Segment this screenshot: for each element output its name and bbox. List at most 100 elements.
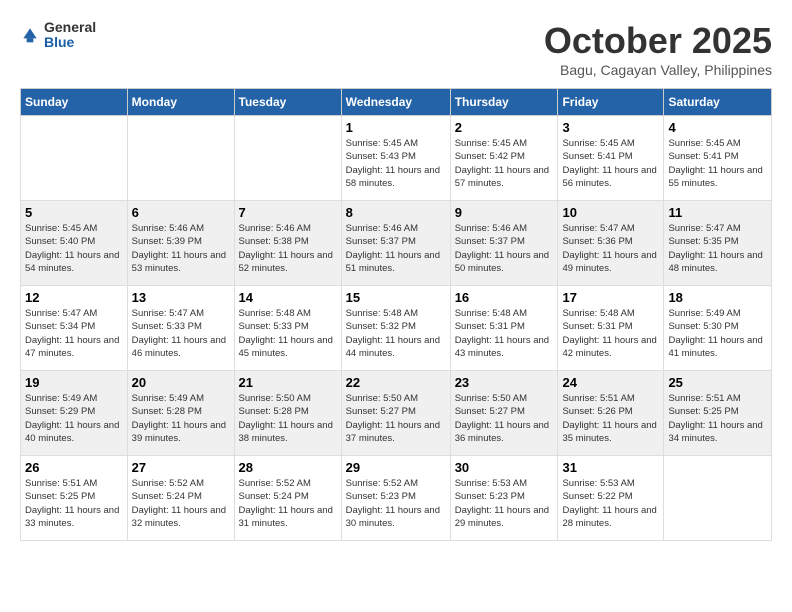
calendar-cell: 25 Sunrise: 5:51 AM Sunset: 5:25 PM Dayli…: [664, 371, 772, 456]
calendar-cell: 10 Sunrise: 5:47 AM Sunset: 5:36 PM Dayli…: [558, 201, 664, 286]
day-number: 10: [562, 205, 659, 220]
day-info: Sunrise: 5:47 AM Sunset: 5:35 PM Dayligh…: [668, 222, 767, 275]
logo-blue: Blue: [44, 35, 96, 50]
calendar-week-row: 5 Sunrise: 5:45 AM Sunset: 5:40 PM Daylig…: [21, 201, 772, 286]
day-info: Sunrise: 5:45 AM Sunset: 5:43 PM Dayligh…: [346, 137, 446, 190]
calendar-cell: 22 Sunrise: 5:50 AM Sunset: 5:27 PM Dayli…: [341, 371, 450, 456]
calendar-cell: 19 Sunrise: 5:49 AM Sunset: 5:29 PM Dayli…: [21, 371, 128, 456]
day-info: Sunrise: 5:47 AM Sunset: 5:34 PM Dayligh…: [25, 307, 123, 360]
day-info: Sunrise: 5:48 AM Sunset: 5:33 PM Dayligh…: [239, 307, 337, 360]
calendar-cell: 2Sunrise: 5:45 AM Sunset: 5:42 PM Daylig…: [450, 116, 558, 201]
calendar-week-row: 12 Sunrise: 5:47 AM Sunset: 5:34 PM Dayli…: [21, 286, 772, 371]
calendar-cell: 20 Sunrise: 5:49 AM Sunset: 5:28 PM Dayli…: [127, 371, 234, 456]
day-number: 28: [239, 460, 337, 475]
calendar-cell: 31Sunrise: 5:53 AM Sunset: 5:22 PM Dayli…: [558, 456, 664, 541]
day-info: Sunrise: 5:52 AM Sunset: 5:24 PM Dayligh…: [132, 477, 230, 530]
day-info: Sunrise: 5:46 AM Sunset: 5:39 PM Dayligh…: [132, 222, 230, 275]
day-number: 25: [668, 375, 767, 390]
day-number: 8: [346, 205, 446, 220]
day-number: 27: [132, 460, 230, 475]
day-info: Sunrise: 5:45 AM Sunset: 5:41 PM Dayligh…: [562, 137, 659, 190]
calendar-cell: 28 Sunrise: 5:52 AM Sunset: 5:24 PM Dayli…: [234, 456, 341, 541]
day-number: 22: [346, 375, 446, 390]
calendar-cell: [21, 116, 128, 201]
logo-general: General: [44, 20, 96, 35]
calendar-week-row: 19 Sunrise: 5:49 AM Sunset: 5:29 PM Dayli…: [21, 371, 772, 456]
day-number: 13: [132, 290, 230, 305]
calendar-cell: 1 Sunrise: 5:45 AM Sunset: 5:43 PM Daylig…: [341, 116, 450, 201]
day-number: 7: [239, 205, 337, 220]
calendar-cell: 3Sunrise: 5:45 AM Sunset: 5:41 PM Daylig…: [558, 116, 664, 201]
day-info: Sunrise: 5:49 AM Sunset: 5:30 PM Dayligh…: [668, 307, 767, 360]
calendar-cell: 30Sunrise: 5:53 AM Sunset: 5:23 PM Dayli…: [450, 456, 558, 541]
day-info: Sunrise: 5:48 AM Sunset: 5:31 PM Dayligh…: [455, 307, 554, 360]
calendar-cell: 15 Sunrise: 5:48 AM Sunset: 5:32 PM Dayli…: [341, 286, 450, 371]
calendar-cell: [664, 456, 772, 541]
day-number: 21: [239, 375, 337, 390]
day-number: 14: [239, 290, 337, 305]
calendar-cell: 7 Sunrise: 5:46 AM Sunset: 5:38 PM Daylig…: [234, 201, 341, 286]
month-title: October 2025: [544, 20, 772, 62]
day-info: Sunrise: 5:46 AM Sunset: 5:38 PM Dayligh…: [239, 222, 337, 275]
weekday-header: Friday: [558, 89, 664, 116]
weekday-header: Saturday: [664, 89, 772, 116]
day-info: Sunrise: 5:45 AM Sunset: 5:41 PM Dayligh…: [668, 137, 767, 190]
logo-text: General Blue: [44, 20, 96, 51]
calendar-table: SundayMondayTuesdayWednesdayThursdayFrid…: [20, 88, 772, 541]
day-info: Sunrise: 5:49 AM Sunset: 5:28 PM Dayligh…: [132, 392, 230, 445]
calendar-cell: 24 Sunrise: 5:51 AM Sunset: 5:26 PM Dayli…: [558, 371, 664, 456]
day-number: 12: [25, 290, 123, 305]
day-number: 4: [668, 120, 767, 135]
calendar-cell: 8Sunrise: 5:46 AM Sunset: 5:37 PM Daylig…: [341, 201, 450, 286]
day-info: Sunrise: 5:45 AM Sunset: 5:40 PM Dayligh…: [25, 222, 123, 275]
day-number: 26: [25, 460, 123, 475]
weekday-header: Thursday: [450, 89, 558, 116]
day-number: 31: [562, 460, 659, 475]
calendar-cell: 4 Sunrise: 5:45 AM Sunset: 5:41 PM Daylig…: [664, 116, 772, 201]
weekday-header: Sunday: [21, 89, 128, 116]
calendar-cell: 18 Sunrise: 5:49 AM Sunset: 5:30 PM Dayli…: [664, 286, 772, 371]
calendar-cell: 14 Sunrise: 5:48 AM Sunset: 5:33 PM Dayli…: [234, 286, 341, 371]
calendar-cell: [127, 116, 234, 201]
day-number: 6: [132, 205, 230, 220]
day-info: Sunrise: 5:48 AM Sunset: 5:32 PM Dayligh…: [346, 307, 446, 360]
day-number: 18: [668, 290, 767, 305]
day-info: Sunrise: 5:52 AM Sunset: 5:24 PM Dayligh…: [239, 477, 337, 530]
calendar-cell: 26Sunrise: 5:51 AM Sunset: 5:25 PM Dayli…: [21, 456, 128, 541]
day-info: Sunrise: 5:51 AM Sunset: 5:25 PM Dayligh…: [668, 392, 767, 445]
calendar-cell: 17 Sunrise: 5:48 AM Sunset: 5:31 PM Dayli…: [558, 286, 664, 371]
day-info: Sunrise: 5:46 AM Sunset: 5:37 PM Dayligh…: [455, 222, 554, 275]
weekday-header: Monday: [127, 89, 234, 116]
calendar-cell: 29Sunrise: 5:52 AM Sunset: 5:23 PM Dayli…: [341, 456, 450, 541]
day-info: Sunrise: 5:51 AM Sunset: 5:26 PM Dayligh…: [562, 392, 659, 445]
day-number: 15: [346, 290, 446, 305]
calendar-cell: 12 Sunrise: 5:47 AM Sunset: 5:34 PM Dayli…: [21, 286, 128, 371]
day-number: 17: [562, 290, 659, 305]
day-number: 19: [25, 375, 123, 390]
day-number: 5: [25, 205, 123, 220]
calendar-cell: 9Sunrise: 5:46 AM Sunset: 5:37 PM Daylig…: [450, 201, 558, 286]
logo: General Blue: [20, 20, 96, 51]
logo-icon: [20, 25, 40, 45]
day-info: Sunrise: 5:47 AM Sunset: 5:36 PM Dayligh…: [562, 222, 659, 275]
weekday-header: Tuesday: [234, 89, 341, 116]
day-info: Sunrise: 5:48 AM Sunset: 5:31 PM Dayligh…: [562, 307, 659, 360]
location: Bagu, Cagayan Valley, Philippines: [544, 62, 772, 78]
calendar-week-row: 26Sunrise: 5:51 AM Sunset: 5:25 PM Dayli…: [21, 456, 772, 541]
day-info: Sunrise: 5:45 AM Sunset: 5:42 PM Dayligh…: [455, 137, 554, 190]
calendar-cell: 5 Sunrise: 5:45 AM Sunset: 5:40 PM Daylig…: [21, 201, 128, 286]
day-number: 20: [132, 375, 230, 390]
day-info: Sunrise: 5:49 AM Sunset: 5:29 PM Dayligh…: [25, 392, 123, 445]
title-block: October 2025 Bagu, Cagayan Valley, Phili…: [544, 20, 772, 78]
calendar-cell: 23Sunrise: 5:50 AM Sunset: 5:27 PM Dayli…: [450, 371, 558, 456]
calendar-cell: 13 Sunrise: 5:47 AM Sunset: 5:33 PM Dayli…: [127, 286, 234, 371]
day-number: 24: [562, 375, 659, 390]
day-info: Sunrise: 5:50 AM Sunset: 5:27 PM Dayligh…: [346, 392, 446, 445]
page-header: General Blue October 2025 Bagu, Cagayan …: [20, 20, 772, 78]
calendar-cell: [234, 116, 341, 201]
weekday-header-row: SundayMondayTuesdayWednesdayThursdayFrid…: [21, 89, 772, 116]
calendar-cell: 6 Sunrise: 5:46 AM Sunset: 5:39 PM Daylig…: [127, 201, 234, 286]
day-info: Sunrise: 5:47 AM Sunset: 5:33 PM Dayligh…: [132, 307, 230, 360]
day-number: 1: [346, 120, 446, 135]
day-info: Sunrise: 5:52 AM Sunset: 5:23 PM Dayligh…: [346, 477, 446, 530]
